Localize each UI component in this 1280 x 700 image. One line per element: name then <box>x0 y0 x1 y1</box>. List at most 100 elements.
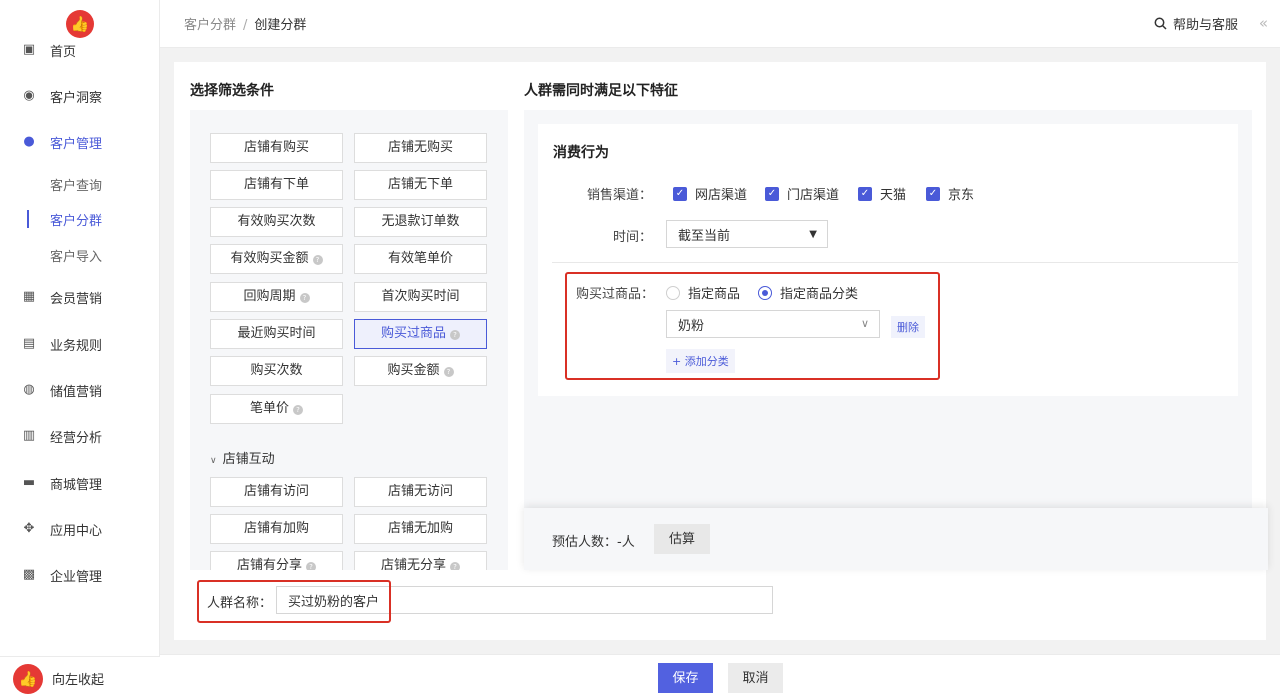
breadcrumb-parent[interactable]: 客户分群 <box>184 18 236 33</box>
estimate-label: 预估人数：-人 <box>552 535 635 550</box>
group-toggle[interactable]: ∨ 店铺互动 <box>210 448 275 467</box>
help-question-icon[interactable]: ? <box>450 562 460 570</box>
help-question-icon[interactable]: ? <box>443 367 454 377</box>
home-icon: ▣ <box>22 42 36 57</box>
collapse-sidebar-button[interactable]: 👍 向左收起 <box>0 656 160 700</box>
top-bar: 客户分群 / 创建分群 帮助与客服 « <box>160 0 1280 48</box>
sidebar-subitem-customer-query[interactable]: 客户查询 <box>0 169 160 199</box>
sidebar-item-analytics[interactable]: ▥ 经营分析 <box>0 416 160 456</box>
condition-button[interactable]: 店铺无购买 <box>354 133 487 163</box>
caret-down-icon: ▼ <box>809 229 817 240</box>
help-button[interactable]: 帮助与客服 <box>1154 14 1238 33</box>
condition-button[interactable]: 最近购买时间 <box>210 319 343 349</box>
condition-button[interactable]: 有效购买金额? <box>210 244 343 274</box>
cancel-button[interactable]: 取消 <box>728 663 783 693</box>
check-icon: ✓ <box>858 186 872 201</box>
time-select[interactable]: 截至当前 ▼ <box>666 220 828 248</box>
clipboard-icon: ▥ <box>22 428 36 443</box>
condition-button[interactable]: 店铺有分享? <box>210 551 343 570</box>
avatar[interactable]: 👍 <box>13 663 43 694</box>
condition-button[interactable]: 店铺有访问 <box>210 477 343 507</box>
chevron-down-icon: ∨ <box>210 456 217 466</box>
condition-button[interactable]: 回购周期? <box>210 282 343 312</box>
condition-button-selected[interactable]: 购买过商品? <box>354 319 487 349</box>
eye-icon: ◉ <box>23 88 35 103</box>
save-button[interactable]: 保存 <box>658 663 713 693</box>
breadcrumb: 客户分群 / 创建分群 <box>184 14 306 33</box>
sidebar-item-label: 经营分析 <box>50 430 103 446</box>
sidebar-item-label: 业务规则 <box>50 338 103 354</box>
sidebar-subitem-customer-import[interactable]: 客户导入 <box>0 240 160 270</box>
features-title: 人群需同时满足以下特征 <box>524 83 678 99</box>
check-icon: ✓ <box>765 186 779 201</box>
condition-button[interactable]: 店铺无分享? <box>354 551 487 570</box>
sidebar-item-stored-value[interactable]: ◍ 储值营销 <box>0 370 160 410</box>
sidebar-item-enterprise[interactable]: ▩ 企业管理 <box>0 555 160 595</box>
divider <box>552 262 1238 263</box>
condition-button[interactable]: 店铺有购买 <box>210 133 343 163</box>
feature-panel: 消费行为 销售渠道： ✓ 网店渠道 ✓ 门店渠道 ✓ 天猫 ✓ 京东 时间： 截至当前 … <box>524 110 1252 522</box>
sidebar-subitem-customer-segment[interactable]: 客户分群 <box>0 204 160 234</box>
condition-picker: 店铺有购买 店铺无购买 店铺有下单 店铺无下单 有效购买次数 无退款订单数 有效… <box>190 110 508 570</box>
behavior-title: 消费行为 <box>553 145 609 161</box>
sidebar-item-customer-management[interactable]: ● 客户管理 <box>0 122 160 162</box>
condition-button[interactable]: 店铺无下单 <box>354 170 487 200</box>
double-chevron-left-icon[interactable]: « <box>1259 14 1268 32</box>
time-label: 时间： <box>612 230 652 245</box>
highlight-box-name <box>197 580 391 623</box>
condition-button[interactable]: 首次购买时间 <box>354 282 487 312</box>
footer-actions: 保存 取消 <box>160 654 1280 700</box>
sidebar-item-business-rules[interactable]: ▤ 业务规则 <box>0 324 160 364</box>
consumption-behavior-card: 消费行为 销售渠道： ✓ 网店渠道 ✓ 门店渠道 ✓ 天猫 ✓ 京东 时间： 截至当前 … <box>538 124 1238 396</box>
check-icon: ✓ <box>673 186 687 201</box>
condition-button[interactable]: 店铺无访问 <box>354 477 487 507</box>
enterprise-icon: ▩ <box>22 567 36 582</box>
highlight-box-goods <box>565 272 940 380</box>
estimate-bar: 预估人数：-人 估算 <box>524 508 1268 570</box>
sidebar-item-label: 首页 <box>50 44 77 60</box>
channel-checkbox-online[interactable]: ✓ 网店渠道 <box>673 184 747 203</box>
condition-button[interactable]: 购买次数 <box>210 356 343 386</box>
sidebar-item-insight[interactable]: ◉ 客户洞察 <box>0 76 160 116</box>
channel-checkbox-store[interactable]: ✓ 门店渠道 <box>765 184 839 203</box>
time-select-value: 截至当前 <box>678 228 731 244</box>
apps-icon: ✥ <box>23 521 35 536</box>
help-question-icon[interactable]: ? <box>293 405 303 415</box>
help-label: 帮助与客服 <box>1172 18 1238 33</box>
sidebar-item-label: 储值营销 <box>50 384 103 400</box>
condition-button[interactable]: 店铺无加购 <box>354 514 487 544</box>
breadcrumb-current: 创建分群 <box>254 18 307 33</box>
help-question-icon[interactable]: ? <box>450 330 460 340</box>
condition-button[interactable]: 无退款订单数 <box>354 207 487 237</box>
help-question-icon[interactable]: ? <box>312 255 323 265</box>
main-card: 选择筛选条件 人群需同时满足以下特征 店铺有购买 店铺无购买 店铺有下单 店铺无… <box>174 62 1268 640</box>
condition-button[interactable]: 有效购买次数 <box>210 207 343 237</box>
condition-button[interactable]: 店铺有加购 <box>210 514 343 544</box>
sidebar-item-home[interactable]: ▣ 首页 <box>0 30 160 70</box>
channel-label: 销售渠道： <box>586 188 652 203</box>
sidebar-item-label: 客户管理 <box>50 136 103 152</box>
help-question-icon[interactable]: ? <box>306 562 316 570</box>
condition-button[interactable]: 有效笔单价 <box>354 244 487 274</box>
sidebar-item-label: 商城管理 <box>50 477 103 493</box>
sidebar-item-label: 应用中心 <box>50 523 103 539</box>
coin-icon: ◍ <box>23 382 35 397</box>
condition-button[interactable]: 店铺有下单 <box>210 170 343 200</box>
channel-checkbox-tmall[interactable]: ✓ 天猫 <box>858 184 906 203</box>
sidebar-item-label: 企业管理 <box>50 569 103 585</box>
channel-checkbox-jd[interactable]: ✓ 京东 <box>926 184 974 203</box>
collapse-label: 向左收起 <box>52 673 105 688</box>
user-icon: ● <box>23 134 35 149</box>
check-icon: ✓ <box>926 186 940 201</box>
sidebar-item-mall[interactable]: ▬ 商城管理 <box>0 463 160 503</box>
sidebar-item-label: 客户洞察 <box>50 90 103 106</box>
sidebar: 👍 ▣ 首页 ◉ 客户洞察 ● 客户管理 客户查询 客户分群 客户导入 ▦ 会员… <box>0 0 160 700</box>
sidebar-item-app-center[interactable]: ✥ 应用中心 <box>0 509 160 549</box>
condition-button[interactable]: 购买金额? <box>354 356 487 386</box>
store-icon: ▬ <box>22 475 36 490</box>
help-question-icon[interactable]: ? <box>299 293 310 303</box>
estimate-button[interactable]: 估算 <box>654 524 710 554</box>
condition-button[interactable]: 笔单价? <box>210 394 343 424</box>
sidebar-item-member-marketing[interactable]: ▦ 会员营销 <box>0 277 160 317</box>
document-icon: ▤ <box>22 336 36 351</box>
